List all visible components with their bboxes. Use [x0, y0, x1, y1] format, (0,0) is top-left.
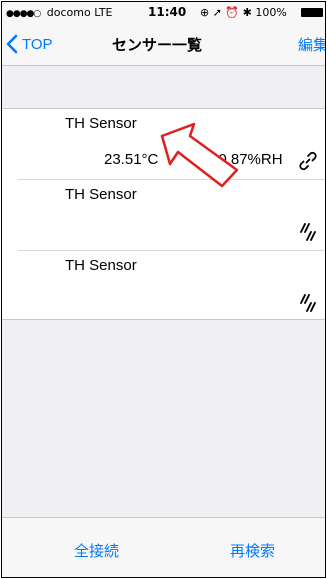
back-button-label: TOP	[22, 35, 53, 53]
status-left: ●●●●○ docomo LTE	[6, 6, 113, 19]
page-title: センサー一覧	[112, 36, 203, 54]
phone-screen: ●●●●○ docomo LTE 11:40 ⊕ ➚ ⏰ ✱ 100% TOP …	[1, 1, 326, 578]
sensor-list-item[interactable]: TH Sensor	[2, 180, 325, 251]
sensor-humidity: 30.87%RH	[210, 151, 283, 168]
back-button[interactable]: TOP	[6, 32, 53, 56]
sensor-temperature: 23.51°C	[104, 151, 159, 168]
unlink-icon[interactable]	[296, 291, 320, 315]
battery-percent: 100%	[255, 6, 287, 19]
edit-button[interactable]: 編集	[298, 34, 325, 55]
status-time: 11:40	[148, 5, 187, 19]
chevron-left-icon	[6, 34, 18, 54]
unlink-icon[interactable]	[296, 220, 320, 244]
sensor-name: TH Sensor	[65, 257, 137, 274]
sensor-name: TH Sensor	[65, 186, 137, 203]
bottom-toolbar: 全接続 再検索	[2, 517, 325, 577]
navigation-bar: TOP センサー一覧 編集	[2, 22, 325, 66]
status-right: ⊕ ➚ ⏰ ✱ 100%	[200, 6, 287, 19]
sensor-list-item[interactable]: TH Sensor	[2, 251, 325, 322]
signal-strength-icon: ●●●●○	[6, 9, 41, 19]
rescan-button[interactable]: 再検索	[230, 540, 275, 561]
sensor-name: TH Sensor	[65, 115, 137, 132]
sensor-list-item[interactable]: TH Sensor 23.51°C 30.87%RH	[2, 109, 325, 180]
link-icon[interactable]	[296, 149, 320, 173]
status-indicators-icons: ⊕ ➚ ⏰ ✱	[200, 6, 252, 19]
sensor-list: TH Sensor 23.51°C 30.87%RH TH Sensor TH …	[2, 108, 325, 320]
status-bar: ●●●●○ docomo LTE 11:40 ⊕ ➚ ⏰ ✱ 100%	[2, 2, 325, 22]
carrier-name: docomo	[46, 6, 91, 19]
battery-icon	[301, 8, 323, 17]
connect-all-button[interactable]: 全接続	[74, 540, 119, 561]
network-type: LTE	[94, 6, 113, 19]
